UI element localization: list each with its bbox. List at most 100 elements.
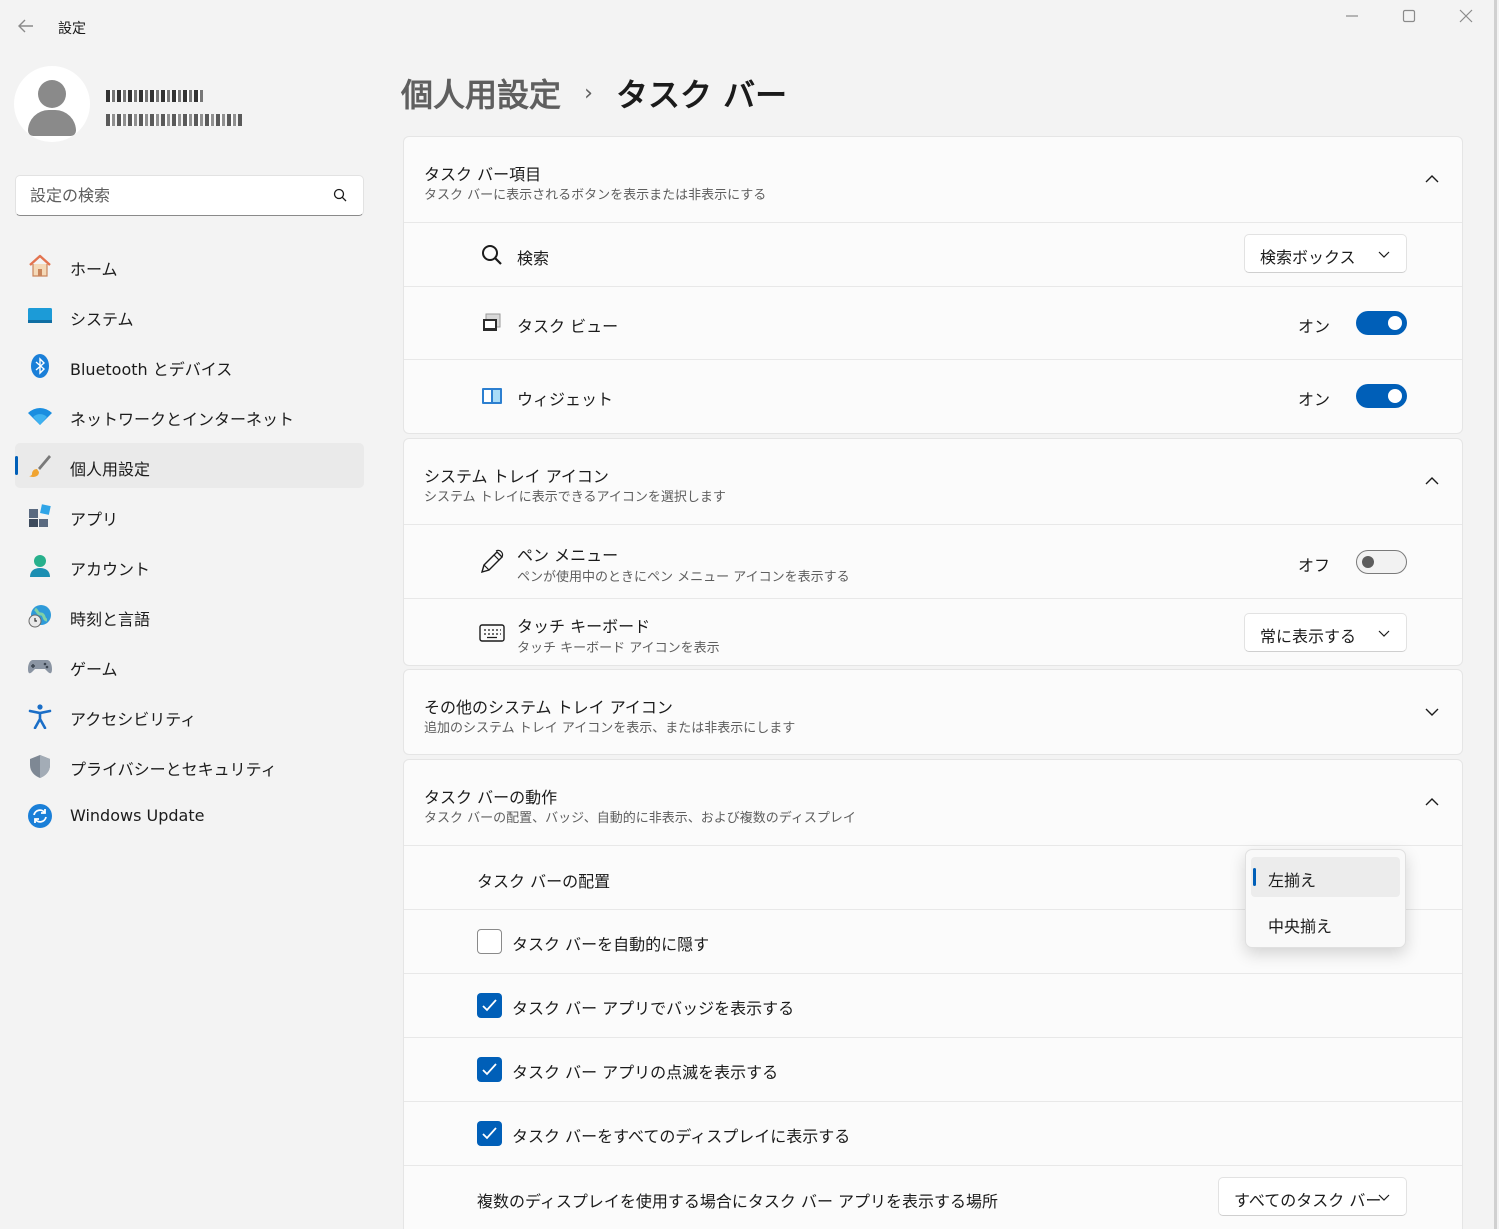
- apps-icon: [29, 504, 51, 527]
- other-tray-icons-header[interactable]: その他のシステム トレイ アイコン 追加のシステム トレイ アイコンを表示、また…: [404, 670, 1462, 754]
- dropdown-value: 常に表示する: [1260, 627, 1357, 646]
- sidebar-item-bluetooth[interactable]: Bluetooth とデバイス: [15, 343, 364, 388]
- badges-label: タスク バー アプリでバッジを表示する: [512, 999, 795, 1018]
- alignment-option-center[interactable]: 中央揃え: [1251, 903, 1400, 943]
- flashing-label: タスク バー アプリの点滅を表示する: [512, 1063, 779, 1082]
- bluetooth-icon: [31, 354, 49, 378]
- flashing-row: タスク バー アプリの点滅を表示する: [404, 1037, 1462, 1101]
- alignment-dropdown-menu: 左揃え 中央揃え: [1245, 849, 1406, 948]
- system-tray-card: システム トレイ アイコン システム トレイに表示できるアイコンを選択します ペ…: [403, 438, 1463, 666]
- flashing-checkbox[interactable]: [477, 1057, 502, 1082]
- search-icon: [482, 245, 502, 265]
- dropdown-value: 検索ボックス: [1260, 248, 1356, 267]
- close-icon[interactable]: [1446, 6, 1486, 30]
- sidebar-item-accounts[interactable]: アカウント: [15, 543, 364, 588]
- search-mode-dropdown[interactable]: 検索ボックス: [1244, 234, 1407, 273]
- system-tray-header[interactable]: システム トレイ アイコン システム トレイに表示できるアイコンを選択します: [404, 439, 1462, 524]
- sidebar-item-apps[interactable]: アプリ: [15, 493, 364, 538]
- maximize-icon[interactable]: [1389, 6, 1429, 30]
- touch-keyboard-description: タッチ キーボード アイコンを表示: [517, 641, 720, 656]
- card-subtitle: タスク バーの配置、バッジ、自動的に非表示、および複数のディスプレイ: [424, 811, 856, 826]
- task-view-label: タスク ビュー: [517, 317, 619, 336]
- taskbar-behaviors-card: タスク バーの動作 タスク バーの配置、バッジ、自動的に非表示、および複数のディ…: [403, 759, 1463, 1229]
- dropdown-value: すべてのタスク バー: [1234, 1191, 1382, 1210]
- sidebar-item-accessibility[interactable]: アクセシビリティ: [15, 693, 364, 738]
- sidebar-item-time-language[interactable]: 時刻と言語: [15, 593, 364, 638]
- taskbar-alignment-label: タスク バーの配置: [477, 872, 611, 891]
- other-tray-icons-card[interactable]: その他のシステム トレイ アイコン 追加のシステム トレイ アイコンを表示、また…: [403, 669, 1463, 755]
- sidebar-item-network[interactable]: ネットワークとインターネット: [15, 393, 364, 438]
- badges-checkbox[interactable]: [477, 993, 502, 1018]
- taskbar-items-card: タスク バー項目 タスク バーに表示されるボタンを表示または非表示にする 検索 …: [403, 136, 1463, 434]
- task-view-toggle[interactable]: [1356, 311, 1407, 335]
- touch-keyboard-label: タッチ キーボード: [517, 617, 651, 636]
- avatar: [14, 66, 90, 142]
- search-setting-row: 検索 検索ボックス: [404, 222, 1462, 286]
- scrollbar[interactable]: [1494, 0, 1497, 1229]
- all-displays-row: タスク バーをすべてのディスプレイに表示する: [404, 1101, 1462, 1165]
- badges-row: タスク バー アプリでバッジを表示する: [404, 973, 1462, 1037]
- card-title: タスク バー項目: [424, 165, 542, 184]
- sidebar-item-system[interactable]: システム: [15, 293, 364, 338]
- app-title: 設定: [58, 21, 86, 37]
- chevron-up-icon[interactable]: [1424, 473, 1440, 489]
- breadcrumb-separator: ›: [584, 80, 593, 106]
- multi-display-row: 複数のディスプレイを使用する場合にタスク バー アプリを表示する場所 すべてのタ…: [404, 1165, 1462, 1229]
- sidebar-item-privacy[interactable]: プライバシーとセキュリティ: [15, 743, 364, 788]
- card-subtitle: タスク バーに表示されるボタンを表示または非表示にする: [424, 188, 767, 203]
- sidebar-item-gaming[interactable]: ゲーム: [15, 643, 364, 688]
- sidebar-item-label: アクセシビリティ: [70, 710, 197, 729]
- title-bar: 設定: [0, 0, 1499, 52]
- checkmark-icon: [482, 1127, 497, 1140]
- brush-icon: [29, 455, 51, 477]
- settings-search-box[interactable]: [15, 175, 364, 216]
- card-subtitle: 追加のシステム トレイ アイコンを表示、または非表示にします: [424, 721, 796, 736]
- gamepad-icon: [28, 660, 52, 674]
- multi-display-dropdown[interactable]: すべてのタスク バー: [1218, 1177, 1407, 1216]
- windows-update-icon: [28, 804, 52, 828]
- card-title: タスク バーの動作: [424, 788, 558, 807]
- checkmark-icon: [482, 999, 497, 1012]
- page-title: タスク バー: [616, 76, 788, 114]
- pen-menu-description: ペンが使用中のときにペン メニュー アイコンを表示する: [517, 570, 850, 585]
- back-arrow-icon[interactable]: [14, 16, 38, 40]
- widgets-row: ウィジェット オン: [404, 359, 1462, 433]
- minimize-icon[interactable]: [1332, 6, 1372, 30]
- chevron-down-icon[interactable]: [1424, 704, 1440, 720]
- all-displays-checkbox[interactable]: [477, 1121, 502, 1146]
- option-label: 中央揃え: [1268, 917, 1333, 936]
- auto-hide-checkbox[interactable]: [477, 929, 502, 954]
- pen-menu-row: ペン メニュー ペンが使用中のときにペン メニュー アイコンを表示する オフ: [404, 524, 1462, 598]
- pen-menu-label: ペン メニュー: [517, 546, 619, 565]
- sidebar-item-home[interactable]: ホーム: [15, 243, 364, 288]
- chevron-up-icon[interactable]: [1424, 794, 1440, 810]
- sidebar-item-personalization[interactable]: 個人用設定: [15, 443, 364, 488]
- chevron-up-icon[interactable]: [1424, 171, 1440, 187]
- sidebar-item-label: ゲーム: [70, 660, 118, 679]
- widgets-label: ウィジェット: [517, 390, 614, 409]
- user-profile[interactable]: [14, 66, 364, 146]
- widgets-toggle[interactable]: [1356, 384, 1407, 408]
- taskbar-items-header[interactable]: タスク バー項目 タスク バーに表示されるボタンを表示または非表示にする: [404, 137, 1462, 222]
- settings-search-input[interactable]: [16, 176, 316, 215]
- breadcrumb-parent[interactable]: 個人用設定: [401, 76, 561, 114]
- touch-keyboard-dropdown[interactable]: 常に表示する: [1244, 613, 1407, 652]
- alignment-option-left[interactable]: 左揃え: [1251, 857, 1400, 897]
- sidebar-item-label: ネットワークとインターネット: [70, 410, 295, 429]
- sidebar-item-windows-update[interactable]: Windows Update: [15, 793, 364, 838]
- toggle-state-text: オフ: [1297, 556, 1330, 575]
- touch-keyboard-row: タッチ キーボード タッチ キーボード アイコンを表示 常に表示する: [404, 598, 1462, 665]
- multi-display-label: 複数のディスプレイを使用する場合にタスク バー アプリを表示する場所: [477, 1192, 999, 1211]
- search-icon[interactable]: [333, 188, 347, 202]
- sidebar-item-label: Bluetooth とデバイス: [70, 360, 233, 379]
- sidebar-item-label: 時刻と言語: [70, 610, 151, 629]
- shield-icon: [30, 755, 50, 778]
- toggle-state-text: オン: [1297, 317, 1330, 336]
- taskbar-behaviors-header[interactable]: タスク バーの動作 タスク バーの配置、バッジ、自動的に非表示、および複数のディ…: [404, 760, 1462, 845]
- accessibility-icon: [28, 704, 52, 729]
- sidebar-item-label: システム: [70, 310, 134, 329]
- pen-menu-toggle[interactable]: [1356, 550, 1407, 574]
- toggle-state-text: オン: [1297, 390, 1330, 409]
- card-title: システム トレイ アイコン: [424, 467, 609, 486]
- sidebar-item-label: Windows Update: [70, 806, 205, 825]
